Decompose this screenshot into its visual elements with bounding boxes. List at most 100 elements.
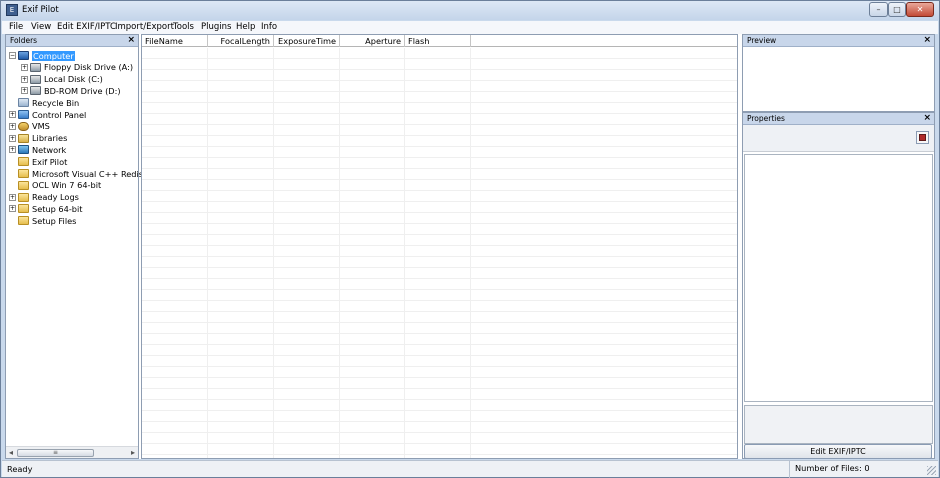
edit-exif-iptc-button[interactable]: Edit EXIF/IPTC [744, 444, 932, 459]
column-header-row: FileName FocalLength ExposureTime Apertu… [142, 35, 737, 47]
resize-grip-icon[interactable] [927, 466, 936, 475]
tree-item[interactable]: + BD-ROM Drive (D:) [21, 85, 121, 96]
minimize-button[interactable]: – [869, 2, 888, 17]
empty-row [142, 169, 737, 180]
app-window: E Exif Pilot – □ ✕ File View Edit EXIF/I… [0, 0, 940, 478]
title-bar[interactable]: E Exif Pilot – □ ✕ [1, 1, 939, 20]
empty-row [142, 312, 737, 323]
menu-edit-exif-iptc[interactable]: Edit EXIF/IPTC [57, 22, 116, 32]
expand-icon[interactable]: + [9, 122, 16, 130]
drive-icon [30, 74, 41, 84]
tree-item[interactable]: + Floppy Disk Drive (A:) [21, 62, 133, 73]
folders-close-icon[interactable]: × [127, 35, 135, 45]
horizontal-scrollbar[interactable]: ◂ ≡ ▸ [6, 446, 138, 458]
expand-icon[interactable]: + [9, 111, 16, 118]
drive-icon [30, 86, 41, 96]
status-text: Ready [7, 464, 33, 474]
preview-header: Preview × [743, 35, 934, 47]
status-bar: Ready Number of Files: 0 [2, 460, 938, 478]
menu-plugins[interactable]: Plugins [201, 22, 231, 32]
empty-row [142, 125, 737, 136]
tree-item[interactable]: Exif Pilot [9, 156, 67, 167]
menu-help[interactable]: Help [236, 22, 255, 32]
menu-tools[interactable]: Tools [173, 22, 194, 32]
properties-toolbar [743, 125, 934, 152]
properties-grid[interactable] [744, 154, 933, 402]
tree-item-label: Setup Files [32, 215, 77, 226]
close-button[interactable]: ✕ [906, 2, 934, 17]
column-aperture[interactable]: Aperture [340, 35, 405, 47]
scroll-left-arrow-icon[interactable]: ◂ [9, 448, 13, 457]
folders-title: Folders [10, 36, 38, 45]
expand-icon[interactable]: + [9, 205, 16, 213]
scrollbar-thumb[interactable]: ≡ [17, 449, 94, 457]
tree-item[interactable]: Microsoft Visual C++ Redistril [9, 168, 154, 179]
expand-icon[interactable]: + [21, 75, 28, 83]
user-folder-icon [18, 121, 29, 131]
file-list[interactable]: FileName FocalLength ExposureTime Apertu… [141, 34, 738, 459]
empty-row [142, 246, 737, 257]
empty-row [142, 114, 737, 125]
tree-item[interactable]: + Network [9, 144, 66, 155]
collapse-icon[interactable]: − [9, 52, 16, 59]
empty-row [142, 81, 737, 92]
tree-item[interactable]: OCL Win 7 64-bit [9, 180, 101, 191]
network-icon [18, 145, 29, 155]
folders-header: Folders × [6, 35, 138, 47]
main-area: Folders × − Computer + Floppy Disk Drive (A… [5, 34, 935, 459]
column-divider [470, 48, 471, 458]
properties-close-icon[interactable]: × [923, 113, 931, 123]
column-filename[interactable]: FileName [142, 35, 208, 47]
tree-item[interactable]: Setup Files [9, 215, 76, 226]
column-divider [207, 48, 208, 458]
empty-row [142, 191, 737, 202]
folder-icon [18, 192, 29, 202]
empty-row [142, 279, 737, 290]
expand-icon[interactable]: + [9, 134, 16, 142]
expand-icon[interactable]: + [21, 63, 28, 71]
properties-tool-icon[interactable] [916, 131, 929, 144]
tree-item[interactable]: + Setup 64-bit [9, 203, 83, 214]
scroll-right-arrow-icon[interactable]: ▸ [131, 448, 135, 457]
menu-view[interactable]: View [31, 22, 51, 32]
app-icon[interactable]: E [6, 4, 18, 16]
tree-item-label: Microsoft Visual C++ Redistril [32, 168, 155, 179]
menu-file[interactable]: File [9, 22, 23, 32]
tree-item[interactable]: + Libraries [9, 133, 67, 144]
tree-item[interactable]: + Control Panel [9, 109, 86, 120]
column-flash[interactable]: Flash [405, 35, 471, 47]
tree-item[interactable]: Recycle Bin [9, 97, 79, 108]
expand-icon[interactable]: + [21, 87, 28, 95]
preview-close-icon[interactable]: × [923, 35, 931, 45]
empty-row [142, 224, 737, 235]
tree-item-label: OCL Win 7 64-bit [32, 180, 102, 191]
tree-item[interactable]: + Ready Logs [9, 192, 79, 203]
tree-item-label: Network [32, 144, 67, 155]
empty-row [142, 202, 737, 213]
libraries-icon [18, 133, 29, 143]
empty-row [142, 334, 737, 345]
expand-icon[interactable]: + [9, 146, 16, 154]
tree-item-label: Computer [32, 50, 75, 61]
empty-row [142, 257, 737, 268]
empty-row [142, 48, 737, 59]
menu-info[interactable]: Info [261, 22, 277, 32]
empty-row [142, 378, 737, 389]
file-grid[interactable] [142, 48, 737, 458]
empty-row [142, 444, 737, 455]
column-focallength[interactable]: FocalLength [208, 35, 274, 47]
properties-title: Properties [747, 114, 785, 123]
maximize-button[interactable]: □ [888, 2, 906, 17]
drive-icon [30, 62, 41, 72]
tree-item[interactable]: + Local Disk (C:) [21, 74, 103, 85]
properties-header: Properties × [743, 113, 934, 125]
tree-item[interactable]: + VMS [9, 121, 50, 132]
tree-item-label: Recycle Bin [32, 97, 80, 108]
column-exposuretime[interactable]: ExposureTime [274, 35, 340, 47]
expand-icon[interactable]: + [9, 193, 16, 201]
tree-item[interactable]: − Computer [9, 50, 75, 61]
empty-row [142, 147, 737, 158]
folders-panel: Folders × − Computer + Floppy Disk Drive (A… [5, 34, 154, 459]
menu-import-export[interactable]: Import/Export [115, 22, 174, 32]
